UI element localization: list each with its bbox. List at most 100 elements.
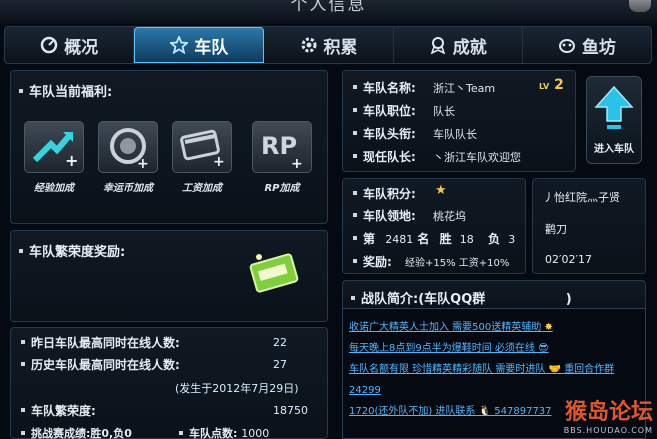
team-title-value: 车队队长 <box>433 128 477 141</box>
info-label: 奖励: <box>363 255 392 269</box>
bonus-rp[interactable]: RP + RP加成 <box>251 121 313 194</box>
team-score-row: 车队积分: ★ <box>353 183 447 202</box>
fish-icon <box>558 39 575 53</box>
tab-fish[interactable]: 鱼坊 <box>523 27 651 63</box>
info-label: 车队头衔: <box>363 127 416 141</box>
bullet-icon <box>21 362 25 366</box>
medal-icon <box>430 37 445 54</box>
rank-prefix: 第 <box>363 232 376 246</box>
tab-label: 鱼坊 <box>581 37 616 58</box>
intro-line: 547897737 <box>494 406 552 417</box>
bullet-icon <box>353 108 357 112</box>
title-bar: 个人信息 <box>0 0 657 24</box>
stat-label-text: 昨日车队最高同时在线人数: <box>31 336 180 350</box>
level-prefix: LV <box>539 82 550 91</box>
side-time: 02′02′17 <box>545 253 592 266</box>
reward-value: 经验+15% 工资+10% <box>405 258 510 269</box>
stat-label-text: 车队繁荣度: <box>31 404 96 418</box>
exp-arrow-icon: + <box>24 121 84 173</box>
team-info-panel: 车队名称: 浙江丶Team LV 2 车队职位: 队长 车队头衔: 车队队长 现… <box>342 70 576 172</box>
tab-team[interactable]: 车队 <box>134 27 265 63</box>
team-position-row: 车队职位: 队长 <box>353 102 455 119</box>
bullet-icon <box>353 236 357 240</box>
prosperity-reward-title: 车队繁荣度奖励: <box>19 241 125 260</box>
salary-card-icon: + <box>172 121 232 173</box>
info-label: 车队名称: <box>363 81 416 95</box>
team-points-value: 1000 <box>241 427 270 439</box>
intro-line: 每天晚上8点到9点半为爆鞋时间 必须在线 <box>349 343 535 354</box>
rank-suffix: 名 <box>417 232 430 246</box>
info-label: 现任队长: <box>363 150 416 164</box>
tab-bar: 概况 车队 积累 成就 鱼坊 <box>4 26 652 64</box>
team-name-row: 车队名称: 浙江丶Team <box>353 79 495 96</box>
territory-value: 桃花坞 <box>433 210 466 223</box>
level-value: 2 <box>554 77 564 93</box>
losses-value: 3 <box>508 233 516 246</box>
bullet-icon <box>21 408 25 412</box>
svg-text:+: + <box>213 154 225 170</box>
rank-row: 第 2481 名 胜 18 负 3 <box>353 230 515 247</box>
bonus-salary[interactable]: + 工资加成 <box>171 121 233 194</box>
tab-label: 概况 <box>64 37 99 58</box>
tab-label: 积累 <box>323 37 358 58</box>
bonus-label: 经验加成 <box>34 183 74 194</box>
tab-overview[interactable]: 概况 <box>5 27 135 63</box>
bullet-icon <box>21 340 25 344</box>
prosperity-reward-panel: 车队繁荣度奖励: <box>10 230 328 322</box>
team-leader-row: 现任队长: 丶浙江车队欢迎您 <box>353 148 521 165</box>
close-button[interactable] <box>629 0 651 12</box>
intro-line: 车队名额有限 珍惜精英精彩随队 需要时进队 <box>349 364 546 375</box>
prosperity-label: 车队繁荣度: <box>21 402 96 419</box>
bonus-exp[interactable]: + 经验加成 <box>23 121 85 194</box>
star-icon <box>170 36 189 54</box>
team-leader-value: 丶浙江车队欢迎您 <box>433 151 521 164</box>
tab-label: 车队 <box>194 37 229 58</box>
sparkle-icon: ✸ <box>544 322 553 333</box>
info-label: 车队积分: <box>363 187 416 201</box>
stats-panel: 昨日车队最高同时在线人数: 22 历史车队最高同时在线人数: 27 (发生于20… <box>10 327 328 439</box>
team-title-row: 车队头衔: 车队队长 <box>353 125 477 142</box>
intro-header: 战队简介:(车队QQ群 ) <box>342 280 646 310</box>
max-online-history-label: 历史车队最高同时在线人数: <box>21 356 180 373</box>
enter-team-button[interactable]: 进入车队 <box>586 76 642 164</box>
svg-text:+: + <box>65 151 78 170</box>
max-online-yesterday-label: 昨日车队最高同时在线人数: <box>21 334 180 351</box>
team-name-value: 浙江丶Team <box>433 82 496 95</box>
wins-label: 胜 <box>439 232 452 246</box>
team-position-value: 队长 <box>433 105 455 118</box>
watermark-main: 猴岛论坛 <box>564 400 653 425</box>
window-title: 个人信息 <box>290 0 367 15</box>
bullet-icon <box>353 213 357 217</box>
intro-title-end: ) <box>565 292 572 307</box>
bullet-icon <box>353 191 357 195</box>
intro-title: 战队简介:(车队QQ群 ) <box>351 288 572 307</box>
bonus-lucky-coin[interactable]: + 幸运币加成 <box>97 121 159 194</box>
reward-card-icon[interactable] <box>249 249 301 299</box>
reward-row: 奖励: 经验+15% 工资+10% <box>353 253 509 270</box>
team-level: LV 2 <box>539 77 564 93</box>
bullet-icon <box>351 296 355 300</box>
intro-title-text: 战队简介:(车队QQ群 <box>361 292 486 307</box>
bonus-label: 工资加成 <box>182 183 222 194</box>
challenge-result: 挑战赛成绩:胜0,负0 <box>21 425 132 439</box>
score-star-icon: ★ <box>435 183 447 198</box>
rp-plus-icon: RP + <box>252 121 312 173</box>
tab-accumulate[interactable]: 积累 <box>264 27 394 63</box>
handshake-icon: 🤝 <box>548 364 561 375</box>
watermark: 猴岛论坛 BBS.HOUDAO.COM <box>564 394 653 435</box>
stat-label-text: 历史车队最高同时在线人数: <box>31 358 180 372</box>
benefits-panel: 车队当前福利: + 经验加成 + 幸运币加成 + 工资加成 RP + RP加成 <box>10 70 328 224</box>
gear-icon <box>301 37 316 53</box>
side-info-panel: 丿怡红院灬子贤 鹳刀 02′02′17 <box>532 178 646 274</box>
svg-text:+: + <box>291 156 303 172</box>
tab-achievement[interactable]: 成就 <box>394 27 523 63</box>
stat-label-text: 车队点数: <box>189 427 238 439</box>
bullet-icon <box>21 430 25 435</box>
team-points: 车队点数: 1000 <box>179 425 269 439</box>
territory-row: 车队领地: 桃花坞 <box>353 207 466 224</box>
stat-label-text: 挑战赛成绩:胜0,负0 <box>31 427 132 439</box>
qq-penguin-icon: 🐧 <box>478 406 492 417</box>
lucky-coin-icon: + <box>98 121 158 173</box>
max-online-yesterday-value: 22 <box>273 336 287 349</box>
history-date: (发生于2012年7月29日) <box>175 382 299 395</box>
